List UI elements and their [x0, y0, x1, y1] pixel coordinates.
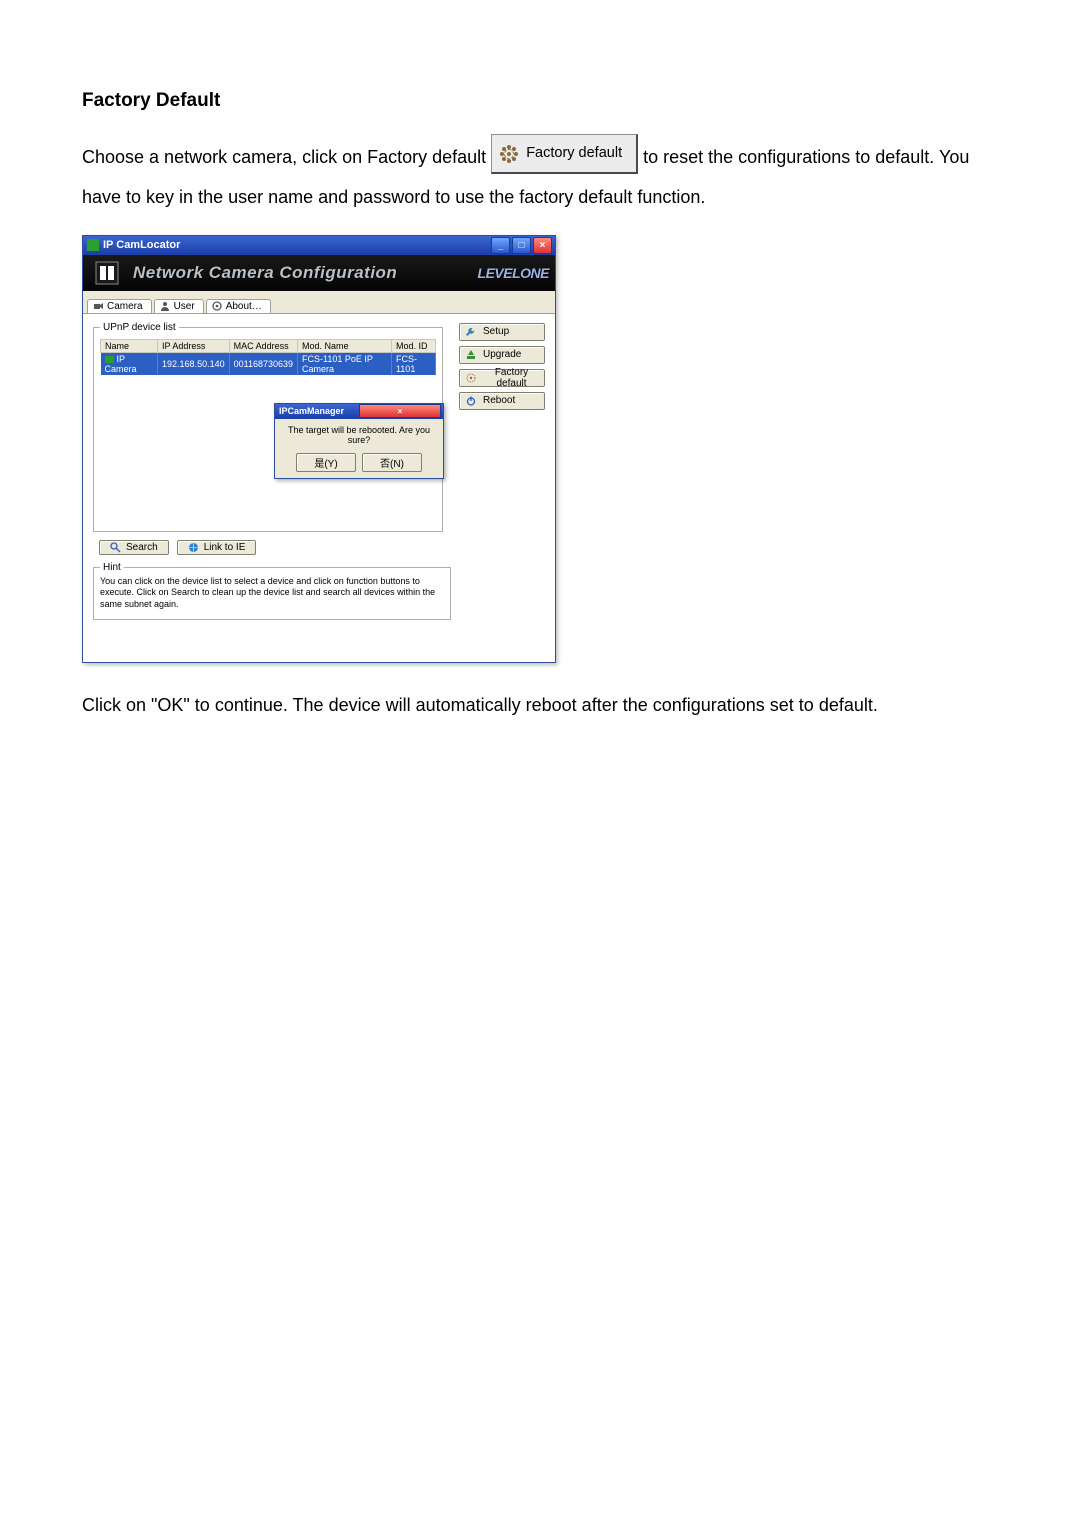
- upgrade-button[interactable]: Upgrade: [459, 346, 545, 364]
- device-table[interactable]: Name IP Address MAC Address Mod. Name Mo…: [100, 339, 436, 375]
- col-modname[interactable]: Mod. Name: [298, 339, 392, 352]
- reboot-label: Reboot: [483, 395, 515, 406]
- link-to-ie-button[interactable]: Link to IE: [177, 540, 257, 555]
- gear-icon: [212, 301, 222, 311]
- window-title: IP CamLocator: [103, 239, 491, 251]
- factory-default-inline-label: Factory default: [526, 139, 622, 168]
- globe-icon: [188, 542, 199, 553]
- factory-default-inline-button[interactable]: Factory default: [491, 134, 638, 174]
- tab-user-label: User: [174, 301, 195, 312]
- factory-default-button[interactable]: Factory default: [459, 369, 545, 387]
- cell-modid: FCS-1101: [391, 352, 435, 375]
- search-label: Search: [126, 542, 158, 553]
- dialog-close-button[interactable]: ×: [359, 404, 441, 418]
- cell-mac: 001168730639: [229, 352, 297, 375]
- ipcamlocator-window: IP CamLocator _ □ × Network Camera Confi…: [82, 235, 556, 663]
- cell-ip: 192.168.50.140: [158, 352, 230, 375]
- user-icon: [160, 301, 170, 311]
- banner: Network Camera Configuration LEVELONE: [83, 255, 555, 291]
- cell-modname: FCS-1101 PoE IP Camera: [298, 352, 392, 375]
- tab-about[interactable]: About…: [206, 299, 271, 313]
- upgrade-label: Upgrade: [483, 349, 521, 360]
- search-button[interactable]: Search: [99, 540, 169, 555]
- dialog-ok-button[interactable]: 是(Y): [296, 453, 356, 472]
- setup-label: Setup: [483, 326, 509, 337]
- factory-default-heading: Factory Default: [82, 90, 998, 112]
- app-icon: [87, 239, 99, 251]
- setup-button[interactable]: Setup: [459, 323, 545, 341]
- col-mac[interactable]: MAC Address: [229, 339, 297, 352]
- dialog-title: IPCamManager: [279, 406, 359, 416]
- hint-legend: Hint: [100, 562, 124, 573]
- tab-camera[interactable]: Camera: [87, 299, 152, 313]
- factory-default-label: Factory default: [483, 367, 540, 389]
- col-ip[interactable]: IP Address: [158, 339, 230, 352]
- upnp-legend: UPnP device list: [100, 322, 179, 333]
- minimize-button[interactable]: _: [491, 237, 510, 254]
- tab-camera-label: Camera: [107, 301, 143, 312]
- titlebar: IP CamLocator _ □ ×: [83, 236, 555, 255]
- intro-paragraph-2: Click on "OK" to continue. The device wi…: [82, 687, 998, 723]
- banner-title: Network Camera Configuration: [133, 263, 478, 283]
- col-modid[interactable]: Mod. ID: [391, 339, 435, 352]
- reboot-button[interactable]: Reboot: [459, 392, 545, 410]
- factory-default-small-icon: [465, 372, 477, 384]
- upgrade-icon: [465, 349, 477, 361]
- table-row[interactable]: IP Camera 192.168.50.140 001168730639 FC…: [101, 352, 436, 375]
- upnp-device-list: UPnP device list Name IP Address MAC Add…: [93, 322, 443, 532]
- confirm-dialog: IPCamManager × The target will be reboot…: [274, 403, 444, 479]
- wrench-icon: [465, 326, 477, 338]
- tab-user[interactable]: User: [154, 299, 204, 313]
- factory-default-icon: [500, 145, 518, 163]
- brand-right: LEVELONE: [478, 265, 549, 281]
- power-icon: [465, 395, 477, 407]
- camera-icon: [93, 301, 103, 311]
- brand-logo: [87, 257, 127, 289]
- intro-paragraph-1: Choose a network camera, click on Factor…: [82, 138, 998, 215]
- dialog-cancel-button[interactable]: 否(N): [362, 453, 422, 472]
- dialog-titlebar: IPCamManager ×: [275, 404, 443, 419]
- link-to-ie-label: Link to IE: [204, 542, 246, 553]
- hint-text: You can click on the device list to sele…: [100, 576, 444, 611]
- camera-pane: UPnP device list Name IP Address MAC Add…: [83, 314, 555, 662]
- cell-name: IP Camera: [101, 352, 158, 375]
- maximize-button[interactable]: □: [512, 237, 531, 254]
- col-name[interactable]: Name: [101, 339, 158, 352]
- hint-box: Hint You can click on the device list to…: [93, 562, 451, 620]
- tabs: Camera User About…: [83, 291, 555, 314]
- para1-text-before: Choose a network camera, click on Factor…: [82, 147, 491, 167]
- search-icon: [110, 542, 121, 553]
- close-button[interactable]: ×: [533, 237, 552, 254]
- tab-about-label: About…: [226, 301, 262, 312]
- dialog-message: The target will be rebooted. Are you sur…: [281, 425, 437, 445]
